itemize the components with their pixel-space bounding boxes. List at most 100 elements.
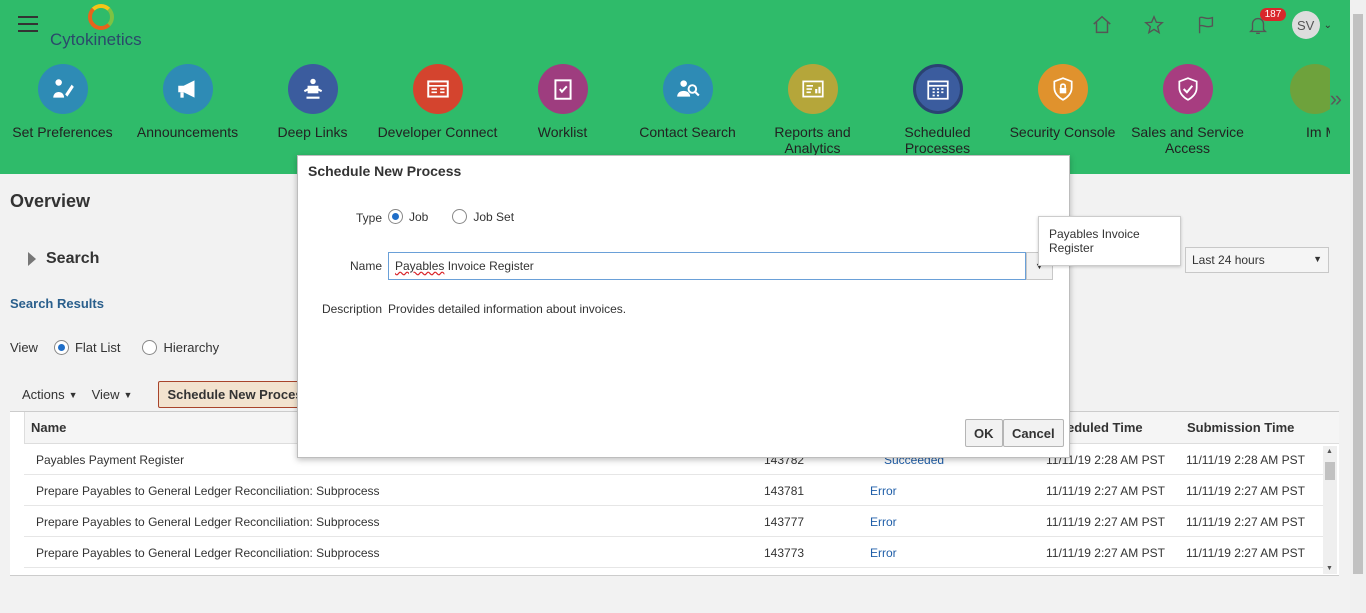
table-row[interactable]: Prepare Payables to General Ledger Recon… xyxy=(24,537,1324,568)
tile-contact-search[interactable]: Contact Search xyxy=(625,64,750,140)
tile-reports-analytics[interactable]: Reports and Analytics xyxy=(750,64,875,156)
security-lock-icon xyxy=(1037,64,1088,114)
column-header-name[interactable]: Name xyxy=(31,420,66,435)
time-filter-value: Last 24 hours xyxy=(1192,253,1265,267)
view-label: View xyxy=(10,340,38,355)
job-radio[interactable] xyxy=(388,209,403,224)
cell-submission-time: 11/11/19 2:27 AM PST xyxy=(1186,484,1305,498)
cell-scheduled-time: 11/11/19 2:27 AM PST xyxy=(1046,515,1165,529)
cell-name: Payables Payment Register xyxy=(36,453,185,467)
table-vertical-scrollbar[interactable]: ▲ ▼ xyxy=(1323,446,1337,574)
scroll-down-icon[interactable]: ▼ xyxy=(1326,565,1333,572)
search-label: Search xyxy=(46,250,100,267)
chevron-down-icon: ▼ xyxy=(68,389,78,400)
flat-list-label[interactable]: Flat List xyxy=(75,340,121,355)
watchlist-flag-icon[interactable] xyxy=(1180,10,1232,40)
shield-check-icon xyxy=(1162,64,1213,114)
type-label: Type xyxy=(355,211,382,225)
tile-label: Announcements xyxy=(136,124,239,140)
notifications-bell-icon[interactable]: 187 xyxy=(1232,8,1287,40)
view-menu-label: View xyxy=(91,387,120,402)
cell-status-link[interactable]: Error xyxy=(870,515,897,529)
contact-search-icon xyxy=(662,64,713,114)
job-set-radio-label[interactable]: Job Set xyxy=(473,210,514,224)
tile-deep-links[interactable]: Deep Links xyxy=(250,64,375,140)
cell-status-link[interactable]: Error xyxy=(870,484,897,498)
table-row[interactable]: Prepare Payables to General Ledger Recon… xyxy=(24,506,1324,537)
name-suggestion-tooltip[interactable]: Payables Invoice Register xyxy=(1038,216,1181,266)
flat-list-radio[interactable] xyxy=(53,340,69,355)
tile-label: Set Preferences xyxy=(12,124,113,140)
table-row[interactable]: Prepare Payables to General Ledger Recon… xyxy=(24,475,1324,506)
user-menu-chevron-icon[interactable]: ⌄ xyxy=(1324,20,1332,31)
time-filter-select[interactable]: Last 24 hours ▼ xyxy=(1185,247,1329,273)
developer-icon xyxy=(412,64,463,114)
search-results-heading: Search Results xyxy=(10,296,104,311)
global-header: Cytokinetics 187 SV ⌄ Set Preferences An… xyxy=(0,0,1350,174)
process-name-input[interactable]: Payables Invoice Register xyxy=(388,252,1026,280)
job-set-radio[interactable] xyxy=(452,209,468,224)
deep-links-icon xyxy=(287,64,338,114)
job-radio-label[interactable]: Job xyxy=(409,210,428,224)
tile-set-preferences[interactable]: Set Preferences xyxy=(0,64,125,140)
cell-process-id: 143773 xyxy=(764,546,805,560)
dialog-title: Schedule New Process xyxy=(308,163,462,179)
cell-name: Prepare Payables to General Ledger Recon… xyxy=(36,515,380,529)
notifications-count-badge: 187 xyxy=(1259,8,1287,21)
actions-menu[interactable]: Actions ▼ xyxy=(22,387,78,402)
global-header-icons: 187 SV ⌄ xyxy=(1076,8,1332,40)
favorites-star-icon[interactable] xyxy=(1128,10,1180,40)
tile-scheduled-processes[interactable]: Scheduled Processes xyxy=(875,64,1000,156)
tile-label: Sales and Service Access xyxy=(1131,124,1244,156)
schedule-new-process-button[interactable]: Schedule New Process xyxy=(158,381,319,408)
chevron-down-icon: ▼ xyxy=(123,389,133,400)
hierarchy-label[interactable]: Hierarchy xyxy=(163,340,219,355)
cell-submission-time: 11/11/19 2:27 AM PST xyxy=(1186,546,1305,560)
type-radio-group: Job Job Set xyxy=(388,209,514,224)
megaphone-icon xyxy=(162,64,213,114)
column-header-submission-time[interactable]: Submission Time xyxy=(1187,420,1294,435)
tile-label: Worklist xyxy=(537,124,588,140)
tile-announcements[interactable]: Announcements xyxy=(125,64,250,140)
view-mode-group: View Flat List Hierarchy xyxy=(10,340,219,355)
navigator-menu-icon[interactable] xyxy=(18,16,38,32)
expand-triangle-icon xyxy=(28,252,36,266)
springboard-next-chevron-icon[interactable]: » xyxy=(1330,86,1342,112)
cell-scheduled-time: 11/11/19 2:27 AM PST xyxy=(1046,484,1165,498)
cell-status-link[interactable]: Error xyxy=(870,546,897,560)
schedule-new-process-dialog: Schedule New Process Type Job Job Set Na… xyxy=(297,155,1070,458)
home-icon[interactable] xyxy=(1076,10,1128,40)
ok-button[interactable]: OK xyxy=(965,419,1003,447)
tile-truncated[interactable]: Im Mana xyxy=(1250,64,1330,140)
tile-label: Scheduled Processes xyxy=(904,124,971,156)
logo-mark xyxy=(88,4,114,30)
user-avatar[interactable]: SV xyxy=(1291,11,1320,39)
hierarchy-radio[interactable] xyxy=(142,340,158,355)
view-menu[interactable]: View ▼ xyxy=(92,387,133,402)
truncated-tile-icon xyxy=(1290,64,1330,114)
cell-process-id: 143781 xyxy=(764,484,805,498)
dropdown-arrow-icon: ▼ xyxy=(1313,254,1322,264)
tile-label: Developer Connect xyxy=(377,124,498,140)
tile-sales-service-access[interactable]: Sales and Service Access xyxy=(1125,64,1250,156)
scrollbar-thumb[interactable] xyxy=(1325,462,1335,480)
search-section-toggle[interactable]: Search xyxy=(28,250,99,268)
column-header-scheduled-time[interactable]: eduled Time xyxy=(1067,420,1143,435)
tile-worklist[interactable]: Worklist xyxy=(500,64,625,140)
description-label: Description xyxy=(321,302,382,316)
name-input-value-rest: Invoice Register xyxy=(444,259,534,273)
misspelled-word: Payables xyxy=(395,259,445,273)
actions-menu-label: Actions xyxy=(22,387,65,402)
brand-name: Cytokinetics xyxy=(50,30,142,49)
tile-developer-connect[interactable]: Developer Connect xyxy=(375,64,500,140)
tile-label: Security Console xyxy=(1009,124,1116,140)
scroll-up-icon[interactable]: ▲ xyxy=(1326,448,1333,455)
cancel-button[interactable]: Cancel xyxy=(1003,419,1064,447)
tile-security-console[interactable]: Security Console xyxy=(1000,64,1125,140)
window-scrollbar-thumb[interactable] xyxy=(1353,14,1363,574)
tile-label: Deep Links xyxy=(277,124,348,140)
window-vertical-scrollbar[interactable] xyxy=(1350,0,1366,613)
preferences-icon xyxy=(37,64,88,114)
description-value: Provides detailed information about invo… xyxy=(388,302,627,316)
clipboard-check-icon xyxy=(537,64,588,114)
